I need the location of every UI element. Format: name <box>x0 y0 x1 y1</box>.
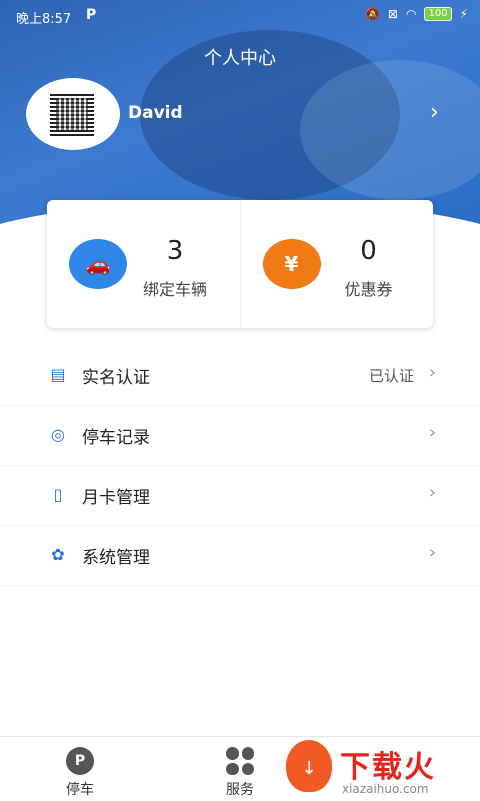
battery-icon: 100 <box>424 7 452 21</box>
watermark-logo: ↓ 下载火 xiazaihuo.com <box>282 736 480 800</box>
sim-icon: ⊠ <box>387 7 398 21</box>
parking-app-icon: P <box>86 7 97 23</box>
page-title: 个人中心 <box>204 48 276 69</box>
id-card-icon: ▤ <box>50 365 66 384</box>
chevron-right-icon: › <box>428 362 436 383</box>
qr-code-image <box>50 92 94 136</box>
menu-item-label: 停车记录 <box>82 428 150 448</box>
tab-parking[interactable]: P 停车 <box>50 743 110 799</box>
settings-menu: ▤ 实名认证 已认证 › ◎ 停车记录 › ▯ 月卡管理 › ✿ 系统管理 › <box>0 346 480 586</box>
car-link-icon: 🚗 <box>69 239 127 289</box>
flame-icon: ↓ <box>286 740 332 792</box>
stat-label: 绑定车辆 <box>142 280 207 299</box>
tab-label: 停车 <box>66 782 94 798</box>
tab-services[interactable]: 服务 <box>210 743 270 799</box>
status-icons: 🔕 ⊠ ◠ 100 ⚡ <box>365 7 468 21</box>
watermark-url: xiazaihuo.com <box>342 782 429 796</box>
stats-card: 🚗 3 绑定车辆 ¥ 0 优惠券 <box>47 200 433 328</box>
menu-item-label: 实名认证 <box>82 368 150 388</box>
stat-value: 0 <box>360 236 377 266</box>
stat-bound-vehicles[interactable]: 🚗 3 绑定车辆 <box>47 200 240 328</box>
system-settings-icon: ✿ <box>51 545 65 564</box>
chevron-right-icon: › <box>428 422 436 443</box>
charging-icon: ⚡ <box>459 7 468 21</box>
avatar[interactable] <box>26 78 120 150</box>
mute-icon: 🔕 <box>364 7 380 21</box>
stat-label: 优惠券 <box>344 280 393 299</box>
menu-item-value: 已认证 <box>368 367 414 385</box>
stat-value: 3 <box>166 236 184 266</box>
parking-record-icon: ◎ <box>51 425 65 444</box>
username[interactable]: David <box>128 103 183 123</box>
menu-item-real-name[interactable]: ▤ 实名认证 已认证 › <box>0 346 480 406</box>
chevron-right-icon: › <box>428 482 436 503</box>
status-bar: 晚上8:57 P 🔕 ⊠ ◠ 100 ⚡ <box>0 0 480 32</box>
tab-label: 服务 <box>226 782 254 798</box>
watermark-text: 下载火 <box>340 750 436 785</box>
wifi-icon: ◠ <box>405 7 417 21</box>
menu-item-month-card[interactable]: ▯ 月卡管理 › <box>0 466 480 526</box>
stat-coupons[interactable]: ¥ 0 优惠券 <box>239 200 434 328</box>
menu-item-system-settings[interactable]: ✿ 系统管理 › <box>0 526 480 586</box>
status-time: 晚上8:57 <box>16 12 72 27</box>
menu-item-label: 系统管理 <box>82 548 150 568</box>
menu-item-parking-records[interactable]: ◎ 停车记录 › <box>0 406 480 466</box>
services-grid-icon <box>226 747 254 775</box>
coupon-icon: ¥ <box>262 239 321 289</box>
chevron-right-icon: › <box>428 542 436 563</box>
menu-item-label: 月卡管理 <box>82 488 150 508</box>
month-card-icon: ▯ <box>53 485 63 504</box>
parking-icon: P <box>66 747 94 775</box>
chevron-right-icon[interactable]: › <box>430 100 439 125</box>
